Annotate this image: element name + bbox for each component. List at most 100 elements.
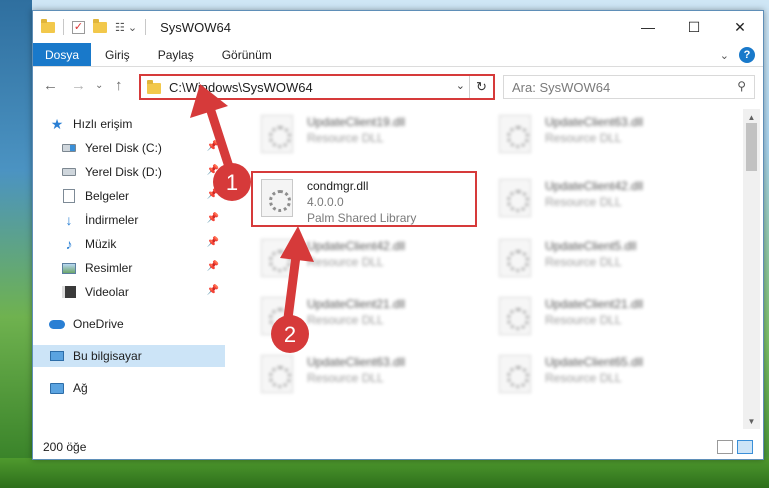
explorer-window: ✓ ☷ ⌄ SysWOW64 — ☐ ✕ Dosya Giriş Paylaş … — [32, 10, 764, 460]
dll-file-icon — [499, 355, 531, 393]
customize-toolbar-icon[interactable]: ☷ ⌄ — [115, 21, 137, 34]
sidebar-item-this-pc[interactable]: Bu bilgisayar — [33, 345, 225, 367]
divider — [63, 19, 64, 35]
ribbon-tabs: Dosya Giriş Paylaş Görünüm ⌄ ? — [33, 43, 763, 67]
file-type: Resource DLL — [307, 131, 384, 145]
address-dropdown-icon[interactable]: ⌄ — [456, 79, 465, 92]
search-box[interactable]: ⚲ — [503, 75, 755, 99]
tab-file[interactable]: Dosya — [33, 43, 92, 66]
tab-home[interactable]: Giriş — [91, 43, 144, 66]
list-item-condmgr[interactable]: condmgr.dll 4.0.0.0 Palm Shared Library — [251, 175, 481, 225]
drive-icon — [61, 164, 77, 180]
sidebar-item-downloads[interactable]: ↓ İndirmeler 📌 — [33, 209, 225, 231]
refresh-icon[interactable]: ↻ — [469, 76, 493, 98]
file-name: UpdateClient21.dll — [307, 297, 406, 311]
file-name: UpdateClient42.dll — [545, 179, 644, 193]
list-item[interactable]: UpdateClient65.dll Resource DLL — [489, 351, 719, 401]
pin-icon[interactable]: 📌 — [207, 165, 219, 176]
drive-icon — [61, 140, 77, 156]
pin-icon[interactable]: 📌 — [207, 189, 219, 200]
sidebar-item-network[interactable]: Ağ — [33, 377, 225, 399]
divider — [145, 19, 147, 35]
list-item[interactable]: UpdateClient5.dll Resource DLL — [489, 235, 719, 285]
sidebar-item-onedrive[interactable]: OneDrive — [33, 313, 225, 335]
list-item[interactable]: UpdateClient19.dll Resource DLL — [251, 111, 481, 161]
file-type: Resource DLL — [545, 313, 622, 327]
tiles-view-icon[interactable] — [737, 440, 753, 454]
window-title: SysWOW64 — [160, 19, 231, 35]
file-type: Resource DLL — [545, 195, 622, 209]
address-path[interactable]: C:\Windows\SysWOW64 — [169, 80, 313, 95]
sidebar-item-documents[interactable]: Belgeler 📌 — [33, 185, 225, 207]
file-type: Resource DLL — [307, 255, 384, 269]
dll-file-icon — [261, 115, 293, 153]
file-type: Resource DLL — [307, 313, 384, 327]
file-type: Resource DLL — [545, 131, 622, 145]
dll-file-icon — [499, 297, 531, 335]
list-item[interactable]: UpdateClient21.dll Resource DLL — [489, 293, 719, 343]
expand-ribbon-icon[interactable]: ⌄ — [720, 49, 729, 62]
forward-arrow-icon[interactable]: → — [71, 77, 86, 94]
status-bar: 200 öğe — [33, 435, 763, 459]
sidebar-item-label: OneDrive — [73, 317, 124, 331]
vertical-scrollbar[interactable]: ▲ ▼ — [743, 109, 760, 429]
pin-icon[interactable]: 📌 — [207, 285, 219, 296]
sidebar-item-disk-c[interactable]: Yerel Disk (C:) 📌 — [33, 137, 225, 159]
recent-locations-icon[interactable]: ⌄ — [95, 80, 103, 91]
close-button[interactable]: ✕ — [717, 11, 763, 43]
navigation-bar: ← → ⌄ ↑ C:\Windows\SysWOW64 ⌄ ↻ ⚲ — [33, 73, 763, 101]
list-item[interactable]: UpdateClient42.dll Resource DLL — [489, 175, 719, 225]
file-list: UpdateClient19.dll Resource DLL condmgr.… — [229, 109, 743, 429]
list-item[interactable]: UpdateClient63.dll Resource DLL — [489, 111, 719, 161]
sidebar-item-label: Videolar — [85, 285, 129, 299]
up-arrow-icon[interactable]: ↑ — [115, 77, 123, 94]
folder-icon — [41, 18, 55, 33]
pin-icon[interactable]: 📌 — [207, 237, 219, 248]
navigation-pane: ★ Hızlı erişim Yerel Disk (C:) 📌 Yerel D… — [33, 109, 227, 429]
properties-icon[interactable]: ✓ — [72, 20, 85, 34]
new-folder-icon[interactable] — [93, 18, 107, 33]
file-name: UpdateClient5.dll — [545, 239, 637, 253]
pin-icon[interactable]: 📌 — [207, 261, 219, 272]
sidebar-item-quick-access[interactable]: ★ Hızlı erişim — [33, 113, 225, 135]
view-toggle — [717, 440, 753, 454]
details-view-icon[interactable] — [717, 440, 733, 454]
sidebar-item-videos[interactable]: Videolar 📌 — [33, 281, 225, 303]
pictures-icon — [61, 260, 77, 276]
help-icon[interactable]: ? — [739, 47, 755, 63]
file-name: UpdateClient65.dll — [545, 355, 644, 369]
star-icon: ★ — [50, 115, 64, 132]
ribbon-actions: ⌄ ? — [720, 47, 755, 63]
list-item[interactable]: UpdateClient21.dll Resource DLL — [251, 293, 481, 343]
file-name: UpdateClient21.dll — [545, 297, 644, 311]
dll-file-icon — [499, 115, 531, 153]
list-item[interactable]: UpdateClient42.dll Resource DLL — [251, 235, 481, 285]
minimize-button[interactable]: — — [625, 11, 671, 43]
pin-icon[interactable]: 📌 — [207, 141, 219, 152]
window-controls: — ☐ ✕ — [625, 11, 763, 43]
sidebar-item-disk-d[interactable]: Yerel Disk (D:) 📌 — [33, 161, 225, 183]
file-name: UpdateClient19.dll — [307, 115, 406, 129]
scrollbar-thumb[interactable] — [746, 123, 757, 171]
sidebar-item-label: Ağ — [73, 381, 88, 395]
back-arrow-icon[interactable]: ← — [43, 77, 58, 94]
tab-view[interactable]: Görünüm — [208, 43, 286, 66]
sidebar-item-pictures[interactable]: Resimler 📌 — [33, 257, 225, 279]
tab-share[interactable]: Paylaş — [144, 43, 208, 66]
maximize-button[interactable]: ☐ — [671, 11, 717, 43]
sidebar-item-label: Bu bilgisayar — [73, 349, 142, 363]
search-input[interactable] — [512, 79, 712, 95]
search-icon[interactable]: ⚲ — [737, 79, 746, 93]
address-bar[interactable]: C:\Windows\SysWOW64 ⌄ ↻ — [139, 74, 495, 100]
sidebar-item-music[interactable]: ♪ Müzik 📌 — [33, 233, 225, 255]
file-name: condmgr.dll — [307, 179, 369, 193]
sidebar-item-label: Belgeler — [85, 189, 130, 203]
file-description: Palm Shared Library — [307, 211, 417, 225]
list-item[interactable]: UpdateClient63.dll Resource DLL — [251, 351, 481, 401]
sidebar-item-label: Yerel Disk (C:) — [85, 141, 162, 155]
sidebar-item-label: Müzik — [85, 237, 117, 251]
file-type: Resource DLL — [545, 371, 622, 385]
pin-icon[interactable]: 📌 — [207, 213, 219, 224]
scroll-down-icon[interactable]: ▼ — [743, 413, 760, 429]
computer-icon — [49, 348, 65, 364]
